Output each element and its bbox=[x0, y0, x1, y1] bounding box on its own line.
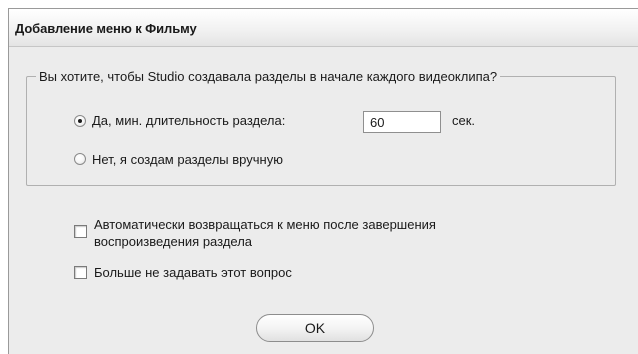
min-duration-unit: сек. bbox=[452, 113, 476, 128]
ok-button[interactable]: OK bbox=[256, 314, 374, 342]
min-duration-input[interactable]: 60 bbox=[363, 111, 441, 133]
window-title: Добавление меню к Фильму bbox=[15, 21, 197, 36]
radio-selected-dot bbox=[78, 119, 82, 123]
dont-ask-again-label[interactable]: Больше не задавать этот вопрос bbox=[94, 265, 292, 280]
return-to-menu-checkbox[interactable] bbox=[74, 225, 87, 238]
radio-auto-chapters[interactable] bbox=[74, 115, 86, 127]
radio-manual-chapters-label[interactable]: Нет, я создам разделы вручную bbox=[92, 152, 283, 167]
dont-ask-again-checkbox[interactable] bbox=[74, 266, 87, 279]
chapters-question: Вы хотите, чтобы Studio создавала раздел… bbox=[36, 69, 501, 84]
radio-manual-chapters[interactable] bbox=[74, 153, 86, 165]
chapters-groupbox bbox=[26, 76, 616, 186]
title-bar[interactable]: Добавление меню к Фильму bbox=[9, 9, 638, 47]
return-to-menu-label-line1[interactable]: Автоматически возвращаться к меню после … bbox=[94, 217, 436, 232]
return-to-menu-label-line2[interactable]: воспроизведения раздела bbox=[94, 234, 252, 249]
radio-auto-chapters-label[interactable]: Да, мин. длительность раздела: bbox=[92, 113, 285, 128]
